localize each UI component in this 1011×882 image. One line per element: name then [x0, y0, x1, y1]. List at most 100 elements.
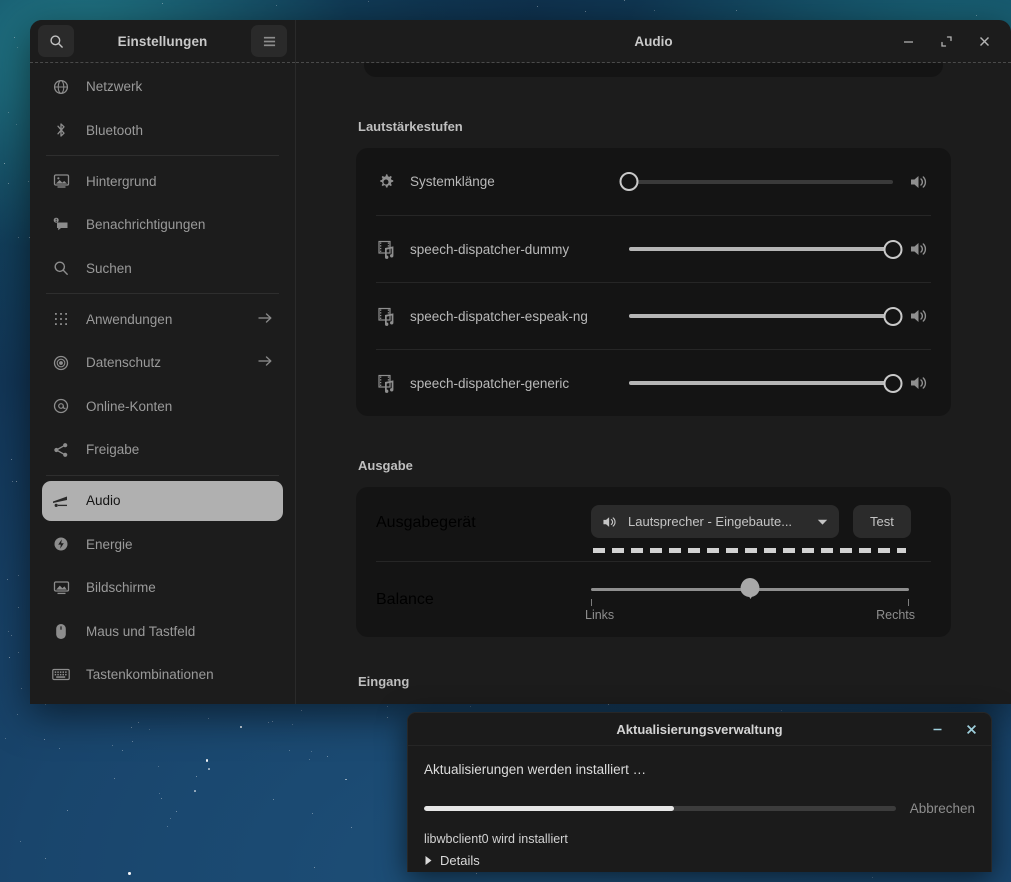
- details-label: Details: [440, 853, 480, 868]
- update-manager-dialog: Aktualisierungsverwaltung Aktualisierung…: [407, 712, 992, 872]
- sidebar-item-bildschirme[interactable]: Bildschirme: [42, 568, 283, 608]
- output-device-select[interactable]: Lautsprecher - Eingebaute...: [591, 505, 839, 538]
- globe-icon: [52, 78, 70, 96]
- dialog-progress-row: Abbrechen: [424, 801, 975, 818]
- dialog-close-button[interactable]: [961, 719, 981, 739]
- slider-fill: [629, 247, 893, 251]
- dialog-title: Aktualisierungsverwaltung: [616, 721, 783, 737]
- slider-handle[interactable]: [883, 373, 903, 393]
- progress-bar-fill: [424, 806, 674, 811]
- window-controls: [895, 28, 997, 54]
- sidebar-item-hintergrund[interactable]: Hintergrund: [42, 161, 283, 201]
- volume-slider-speech-dispatcher-espeak-ng[interactable]: [629, 306, 903, 326]
- sidebar-item-label: Benachrichtigungen: [86, 217, 206, 232]
- volume-row-speech-dispatcher-dummy: speech-dispatcher-dummy: [376, 215, 931, 282]
- sidebar-item-suchen[interactable]: Suchen: [42, 248, 283, 288]
- multimedia-icon: [376, 306, 396, 326]
- keyboard-icon: [52, 666, 70, 684]
- share-icon: [52, 441, 70, 459]
- sidebar-item-label: Bluetooth: [86, 122, 144, 138]
- sidebar-item-label: Maus und Tastfeld: [86, 623, 196, 639]
- dialog-status-text: libwbclient0 wird installiert: [424, 832, 568, 846]
- multimedia-icon: [376, 239, 396, 259]
- sidebar-item-datenschutz[interactable]: Datenschutz: [42, 343, 283, 383]
- sidebar-item-tastenkombinationen[interactable]: Tastenkombinationen: [42, 655, 283, 695]
- hamburger-menu-icon: [263, 36, 275, 46]
- sidebar-title: Einstellungen: [117, 33, 208, 49]
- volume-row-speech-dispatcher-generic: speech-dispatcher-generic: [376, 349, 931, 416]
- volume-row-label: speech-dispatcher-generic: [410, 375, 570, 391]
- maximize-button[interactable]: [933, 28, 959, 54]
- search-button[interactable]: [38, 25, 74, 57]
- sidebar-item-online-konten[interactable]: Online-Konten: [42, 386, 283, 426]
- sidebar-divider: [46, 474, 279, 476]
- output-level-meter: [593, 548, 906, 553]
- section-heading-output: Ausgabe: [358, 458, 413, 473]
- balance-max-label: Rechts: [876, 607, 915, 622]
- close-icon: [979, 36, 989, 46]
- details-disclosure[interactable]: Details: [424, 853, 975, 868]
- close-button[interactable]: [971, 28, 997, 54]
- main-menu-button[interactable]: [251, 25, 287, 57]
- sidebar: Einstellungen Netzwerk Bluetooth Hinterg…: [30, 20, 296, 704]
- sidebar-divider: [46, 155, 279, 156]
- dialog-minimize-button[interactable]: [927, 719, 947, 739]
- balance-handle[interactable]: [740, 577, 760, 597]
- settings-content-scroll[interactable]: Lautstärkestufen Systemklänge speech-dis…: [296, 62, 1011, 704]
- volume-slider-systemklaenge[interactable]: [619, 172, 893, 192]
- balance-label: Balance: [376, 590, 434, 608]
- multimedia-icon: [376, 373, 396, 393]
- minimize-icon: [903, 40, 913, 43]
- output-card: Ausgabegerät Lautsprecher - Eingebaute..…: [356, 487, 951, 637]
- speaker-icon: [602, 515, 618, 529]
- speaker-icon[interactable]: [907, 173, 931, 191]
- speaker-icon[interactable]: [907, 240, 931, 258]
- minimize-button[interactable]: [895, 28, 921, 54]
- search-icon: [49, 34, 63, 48]
- slider-handle[interactable]: [619, 172, 639, 191]
- volume-slider-speech-dispatcher-generic[interactable]: [629, 373, 903, 393]
- cancel-button-label: Abbrechen: [909, 801, 975, 816]
- gear-icon: [376, 172, 396, 192]
- sidebar-list[interactable]: Netzwerk Bluetooth Hintergrund Benachric…: [30, 62, 295, 704]
- balance-slider[interactable]: Links Rechts: [585, 576, 931, 624]
- window-titlebar: Audio: [296, 20, 1011, 62]
- sidebar-item-maus-und-tastfeld[interactable]: Maus und Tastfeld: [42, 611, 283, 651]
- speaker-icon[interactable]: [907, 307, 931, 325]
- test-button-label: Test: [870, 514, 894, 529]
- speaker-icon[interactable]: [907, 374, 931, 392]
- sidebar-item-label: Freigabe: [86, 442, 140, 457]
- bluetooth-icon: [52, 121, 70, 139]
- volume-row-systemklaenge: Systemklänge: [376, 148, 931, 215]
- main-pane: Audio Lautstärkestufen Systemklänge spee…: [296, 20, 1011, 704]
- slider-fill: [629, 381, 893, 385]
- slider-handle[interactable]: [883, 239, 903, 259]
- sidebar-item-energie[interactable]: Energie: [42, 524, 283, 564]
- output-device-value: Lautsprecher - Eingebaute...: [628, 514, 793, 529]
- wallpaper-icon: [52, 172, 70, 190]
- section-heading-volume: Lautstärkestufen: [358, 119, 463, 134]
- notification-icon: [52, 216, 70, 234]
- sidebar-item-benachrichtigungen[interactable]: Benachrichtigungen: [42, 205, 283, 245]
- sidebar-item-audio[interactable]: Audio: [42, 480, 283, 521]
- balance-tick-left: [591, 598, 592, 606]
- dialog-body: Aktualisierungen werden installiert … Ab…: [408, 746, 991, 868]
- sidebar-header: Einstellungen: [30, 20, 295, 62]
- audio-icon: [52, 492, 70, 510]
- sidebar-item-anwendungen[interactable]: Anwendungen: [42, 299, 283, 339]
- output-device-label: Ausgabegerät: [376, 514, 476, 531]
- sidebar-item-label: Anwendungen: [86, 311, 173, 327]
- test-sound-button[interactable]: Test: [853, 505, 911, 538]
- volume-row-label: Systemklänge: [410, 174, 495, 189]
- cancel-button[interactable]: Abbrechen: [910, 801, 975, 818]
- minimize-icon: [933, 728, 941, 730]
- dialog-window-controls: [927, 719, 981, 739]
- slider-handle[interactable]: [883, 306, 903, 326]
- sidebar-item-bluetooth[interactable]: Bluetooth: [42, 110, 283, 150]
- power-bolt-icon: [52, 535, 70, 553]
- volume-levels-card: Systemklänge speech-dispatcher-dummy spe…: [356, 148, 951, 416]
- sidebar-item-netzwerk[interactable]: Netzwerk: [42, 67, 283, 107]
- sidebar-item-freigabe[interactable]: Freigabe: [42, 430, 283, 470]
- volume-slider-speech-dispatcher-dummy[interactable]: [629, 239, 903, 259]
- dialog-titlebar: Aktualisierungsverwaltung: [408, 713, 991, 746]
